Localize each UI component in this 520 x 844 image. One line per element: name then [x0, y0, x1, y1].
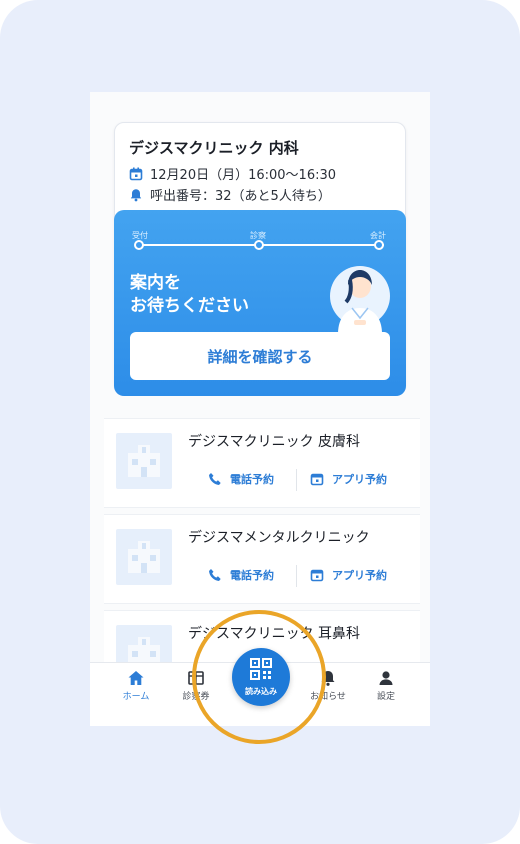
- nurse-illustration: [326, 256, 394, 334]
- phone-reservation-link[interactable]: 電話予約: [208, 471, 274, 487]
- clinic-building-thumbnail: [116, 433, 172, 489]
- bell-icon: [129, 188, 143, 202]
- call-number: 呼出番号：32（あと5人待ち）: [150, 189, 331, 204]
- action-divider: [296, 469, 297, 491]
- tab-settings-label: 設定: [376, 692, 395, 702]
- calendar-icon: [310, 568, 324, 582]
- app-reservation-link[interactable]: アプリ予約: [310, 567, 387, 583]
- app-reservation-label: アプリ予約: [332, 569, 387, 582]
- progress-dot-payment: [374, 240, 384, 250]
- app-reservation-link[interactable]: アプリ予約: [310, 471, 387, 487]
- progress-dot-exam: [254, 240, 264, 250]
- phone-icon: [208, 568, 222, 582]
- clinic-name: デジスマクリニック 皮膚科: [188, 434, 361, 450]
- clinic-name: デジスマメンタルクリニック: [188, 530, 370, 546]
- action-divider: [296, 565, 297, 587]
- wait-message: 案内を お待ちください: [130, 273, 249, 316]
- view-details-button[interactable]: 詳細を確認する: [130, 332, 390, 380]
- phone-icon: [208, 472, 222, 486]
- phone-reservation-link[interactable]: 電話予約: [208, 567, 274, 583]
- tab-home-label: ホーム: [122, 692, 150, 702]
- appointment-datetime-row: 12月20日（月）16:00〜16:30: [129, 164, 336, 183]
- calendar-icon: [310, 472, 324, 486]
- clinic-list-item[interactable]: デジスマメンタルクリニック 電話予約 アプリ予約: [104, 514, 420, 604]
- clinic-building-thumbnail: [116, 529, 172, 585]
- phone-reservation-label: 電話予約: [230, 569, 274, 582]
- wait-status-panel: 受付 診察 会計 案内を お待ちください 詳細を確認する: [114, 210, 406, 396]
- tab-settings[interactable]: 設定: [360, 669, 412, 709]
- calendar-icon: [129, 167, 143, 181]
- user-settings-icon: [377, 669, 395, 687]
- tab-home[interactable]: ホーム: [110, 669, 162, 709]
- progress-dot-reception: [134, 240, 144, 250]
- highlight-circle: [192, 610, 326, 744]
- home-icon: [127, 669, 145, 687]
- call-number-row: 呼出番号：32（あと5人待ち）: [129, 185, 331, 204]
- appointment-clinic-name: デジスマクリニック 内科: [129, 139, 299, 157]
- phone-reservation-label: 電話予約: [230, 473, 274, 486]
- app-reservation-label: アプリ予約: [332, 473, 387, 486]
- clinic-list-item[interactable]: デジスマクリニック 皮膚科 電話予約 アプリ予約: [104, 418, 420, 508]
- appointment-datetime: 12月20日（月）16:00〜16:30: [150, 168, 337, 183]
